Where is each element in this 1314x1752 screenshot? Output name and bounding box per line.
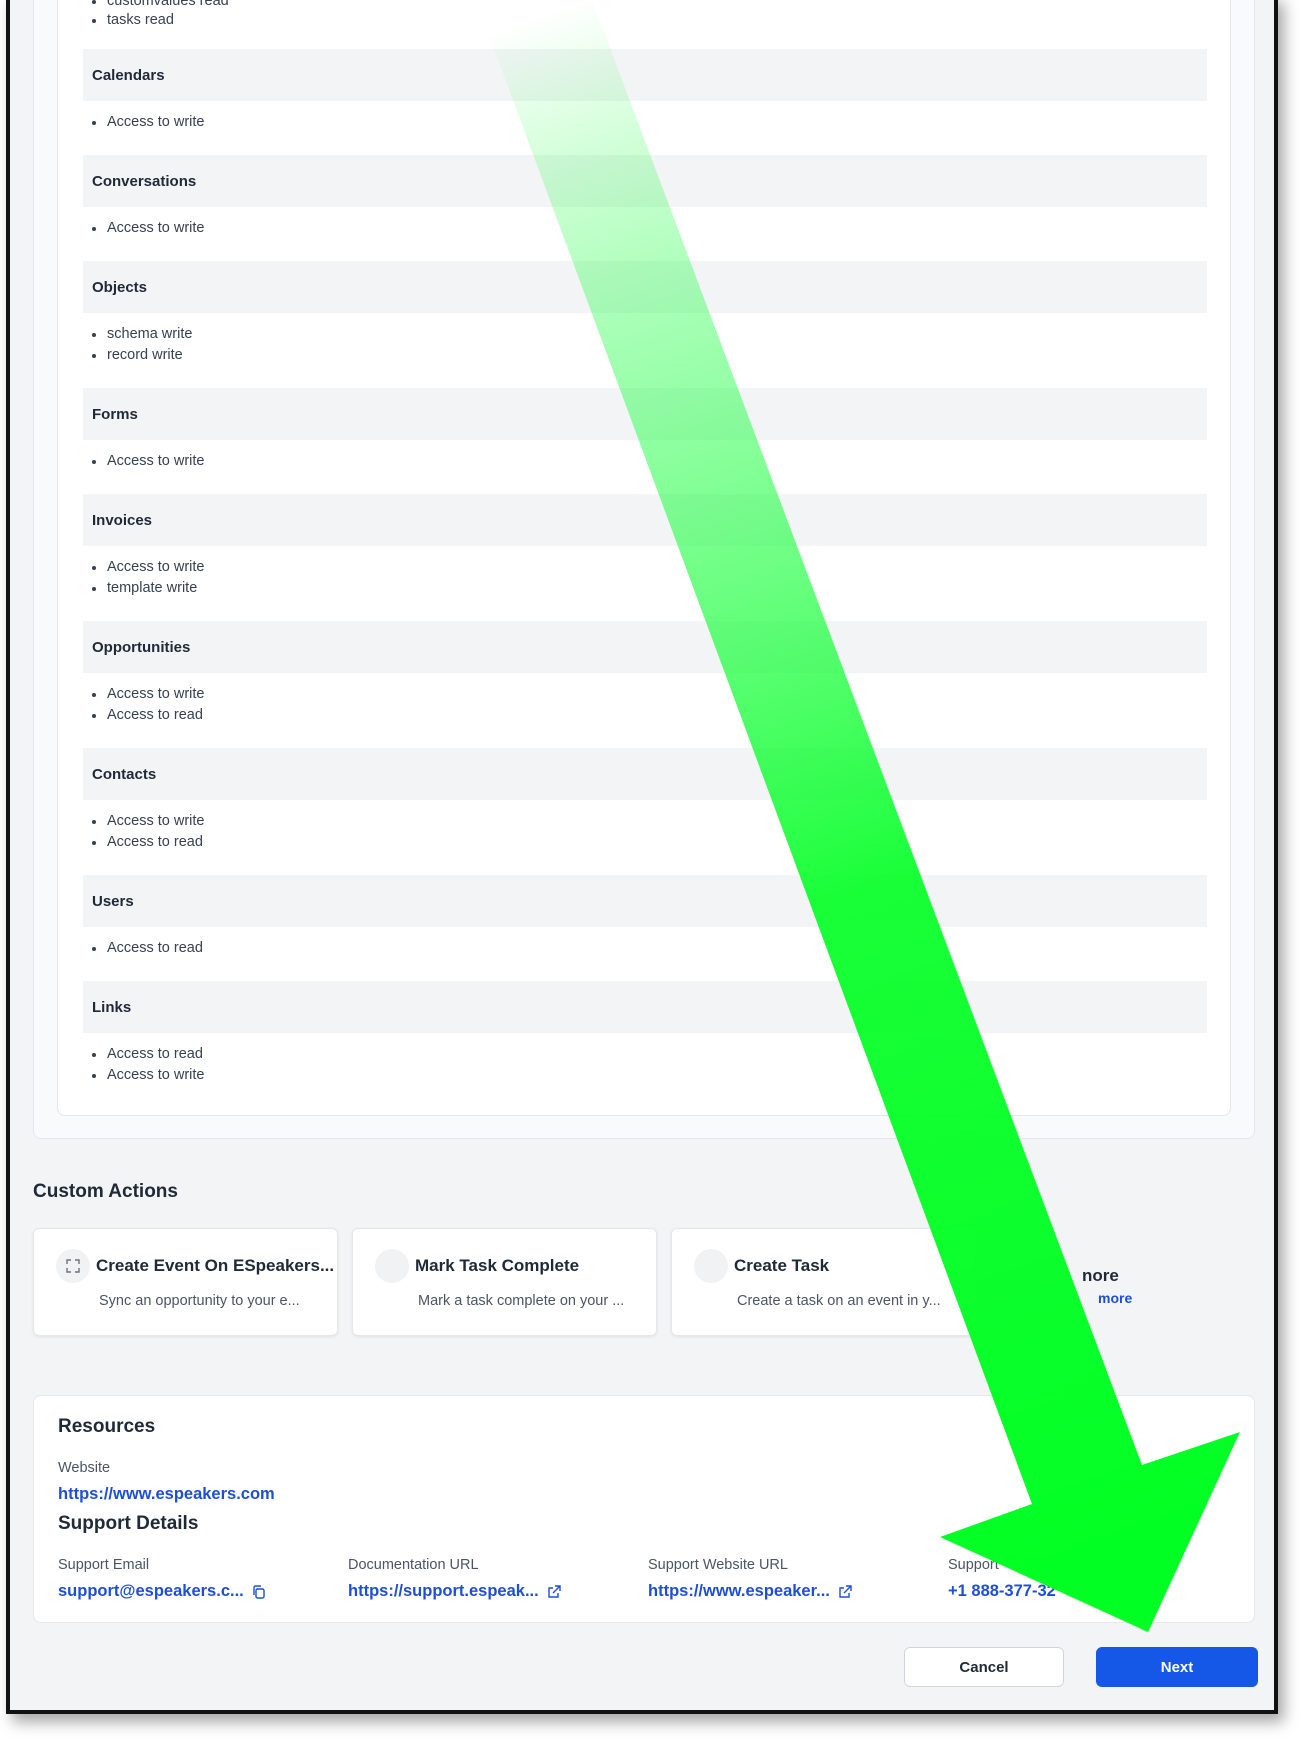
expand-icon: [56, 1249, 90, 1283]
scope-group-forms: Forms: [83, 388, 1207, 440]
support-details-title: Support Details: [58, 1513, 199, 1534]
documentation-url-link[interactable]: https://support.espeak...: [348, 1582, 561, 1601]
copy-icon[interactable]: [252, 1584, 266, 1599]
custom-action-card-create-task[interactable]: Create Task Create a task on an event in…: [671, 1228, 976, 1336]
more-actions-title: nore: [1082, 1266, 1119, 1285]
support-website-url-link[interactable]: https://www.espeaker...: [648, 1582, 852, 1601]
support-phone-link[interactable]: +1 888-377-32: [948, 1582, 1056, 1601]
next-button[interactable]: Next: [1096, 1647, 1258, 1687]
action-title: Create Event On ESpeakers...: [96, 1256, 335, 1275]
scopes-list: customvalues read tasks read Calendars A…: [57, 0, 1231, 1116]
scope-group-opportunities: Opportunities: [83, 621, 1207, 673]
action-description: Mark a task complete on your ...: [418, 1293, 625, 1309]
documentation-url-text: https://support.espeak...: [348, 1582, 539, 1600]
support-email-text: support@espeakers.c...: [58, 1582, 244, 1600]
support-email-label: Support Email: [58, 1557, 150, 1573]
scope-group-contacts: Contacts: [83, 748, 1207, 800]
scope-item: Access to write: [92, 218, 205, 239]
website-link[interactable]: https://www.espeakers.com: [58, 1485, 275, 1504]
custom-action-card-mark-task-complete[interactable]: Mark Task Complete Mark a task complete …: [352, 1228, 657, 1336]
scope-item: Access to read: [92, 832, 203, 853]
resources-card: Resources Website https://www.espeakers.…: [33, 1395, 1255, 1623]
scope-item: Access to write: [92, 811, 205, 832]
scope-group-objects: Objects: [83, 261, 1207, 313]
more-actions-link[interactable]: more: [1098, 1290, 1132, 1306]
scope-group-invoices: Invoices: [83, 494, 1207, 546]
app-window: customvalues read tasks read Calendars A…: [6, 0, 1278, 1714]
support-website-url-label: Support Website URL: [648, 1557, 788, 1573]
external-link-icon: [839, 1584, 852, 1598]
scope-item: tasks read: [92, 10, 174, 31]
scope-item: schema write: [91, 324, 192, 345]
expand-icon-svg: [66, 1259, 80, 1273]
support-email-link[interactable]: support@espeakers.c...: [58, 1582, 266, 1601]
scope-item: Access to write: [92, 451, 205, 472]
documentation-url-label: Documentation URL: [348, 1557, 479, 1573]
scope-item: Access to write: [92, 1065, 205, 1086]
resources-title: Resources: [58, 1416, 156, 1437]
scope-group-conversations: Conversations: [83, 155, 1207, 207]
scopes-card: customvalues read tasks read Calendars A…: [33, 0, 1255, 1139]
scope-item: Access to read: [92, 705, 203, 726]
placeholder-icon: [375, 1249, 409, 1283]
scope-item: Access to read: [92, 1044, 203, 1065]
scope-group-calendars: Calendars: [83, 49, 1207, 101]
placeholder-icon: [694, 1249, 728, 1283]
action-description: Create a task on an event in y...: [737, 1293, 941, 1309]
action-title: Mark Task Complete: [415, 1256, 580, 1275]
scope-item: Access to write: [92, 557, 205, 578]
scope-item: record write: [92, 345, 183, 366]
scope-group-links: Links: [83, 981, 1207, 1033]
scope-item: Access to write: [92, 684, 205, 705]
custom-action-card-create-event[interactable]: Create Event On ESpeakers... Sync an opp…: [33, 1228, 338, 1336]
scope-item: Access to write: [92, 112, 205, 133]
custom-actions-title: Custom Actions: [33, 1181, 178, 1202]
scope-item: Access to read: [92, 938, 203, 959]
support-website-url-text: https://www.espeaker...: [648, 1582, 830, 1600]
action-title: Create Task: [734, 1256, 830, 1275]
support-phone-label: Support: [948, 1557, 999, 1573]
external-link-icon: [548, 1584, 561, 1598]
scope-group-users: Users: [83, 875, 1207, 927]
scope-item: template write: [91, 578, 197, 599]
website-label: Website: [58, 1460, 111, 1476]
action-description: Sync an opportunity to your e...: [99, 1293, 300, 1309]
cancel-button[interactable]: Cancel: [904, 1647, 1064, 1687]
